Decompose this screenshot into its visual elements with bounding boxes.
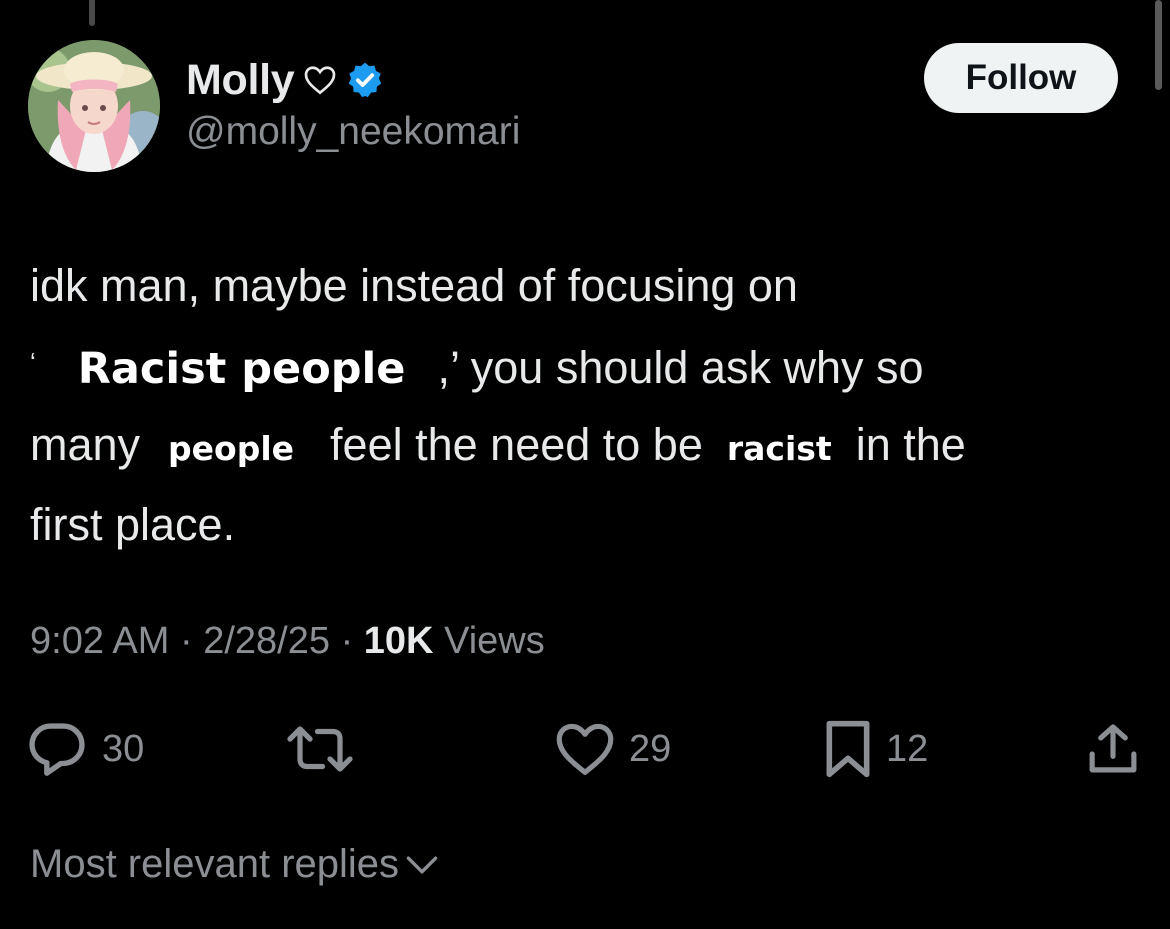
tweet-line-3: many people feel the need to be racist in th… xyxy=(30,407,1130,487)
verified-badge-icon[interactable] xyxy=(346,61,384,99)
top-scroll-indicator xyxy=(89,0,95,26)
repost-icon xyxy=(285,721,355,777)
replies-sort-label: Most relevant replies xyxy=(30,842,400,886)
tweet-line-1: idk man, maybe instead of focusing on xyxy=(30,248,1130,324)
author-name-row: Molly xyxy=(186,52,384,108)
meta-separator: · xyxy=(179,620,193,662)
like-count: 29 xyxy=(629,727,672,770)
reply-button[interactable]: 30 xyxy=(26,718,144,780)
highlight-people: people xyxy=(168,429,295,468)
heart-icon xyxy=(555,722,615,776)
heart-outline-icon xyxy=(304,65,336,95)
bookmark-button[interactable]: 12 xyxy=(824,718,928,780)
avatar-image xyxy=(28,40,160,172)
reply-icon xyxy=(26,721,88,777)
tweet-line-2: ‘ Racist people ,’ you should ask why so xyxy=(30,324,1130,407)
tweet-line-4: first place. xyxy=(30,487,1130,563)
reply-count: 30 xyxy=(102,727,145,770)
bookmark-icon xyxy=(824,719,872,779)
word-many: many xyxy=(30,419,141,470)
tweet-time[interactable]: 9:02 AM xyxy=(30,620,169,662)
views-count: 10K xyxy=(363,620,434,662)
tweet-line-1-text: idk man, maybe instead of focusing on xyxy=(30,260,798,311)
follow-button[interactable]: Follow xyxy=(924,43,1118,113)
scrollbar[interactable] xyxy=(1155,0,1162,90)
author-display-name[interactable]: Molly xyxy=(186,56,295,105)
word-in-the: in the xyxy=(855,419,966,470)
tweet-date[interactable]: 2/28/25 xyxy=(203,620,330,662)
meta-separator: · xyxy=(340,620,354,662)
highlight-racist-people: Racist people xyxy=(77,344,406,394)
like-button[interactable]: 29 xyxy=(555,718,671,780)
tweet-text: idk man, maybe instead of focusing on ‘ R… xyxy=(30,248,1130,563)
tweet-line-4-text: first place. xyxy=(30,499,236,550)
share-icon xyxy=(1086,721,1140,777)
views-label: Views xyxy=(444,620,545,662)
repost-button[interactable] xyxy=(285,718,369,780)
chevron-down-icon xyxy=(405,842,439,887)
author-handle[interactable]: @molly_neekomari xyxy=(186,110,520,154)
bookmark-count: 12 xyxy=(886,727,929,770)
avatar[interactable] xyxy=(28,40,160,172)
replies-sort-dropdown[interactable]: Most relevant replies xyxy=(30,842,439,887)
share-button[interactable] xyxy=(1086,718,1140,780)
highlight-racist: racist xyxy=(726,429,832,468)
close-quote-text: ,’ you should ask why so xyxy=(437,342,924,393)
open-quote: ‘ xyxy=(30,347,36,377)
tweet-meta: 9:02 AM · 2/28/25 · 10K Views xyxy=(30,620,545,663)
middle-text: feel the need to be xyxy=(330,419,703,470)
